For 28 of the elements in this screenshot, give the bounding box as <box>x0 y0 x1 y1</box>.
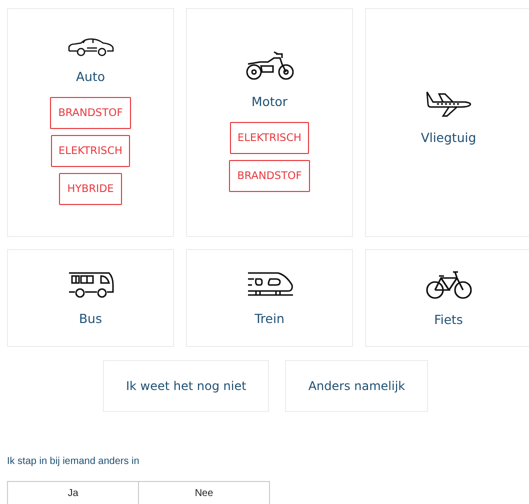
vehicle-card[interactable]: Trein <box>186 249 353 347</box>
vehicle-label: Auto <box>76 69 106 84</box>
vehicle-card[interactable]: Fiets <box>365 249 529 347</box>
motorcycle-icon <box>246 50 294 82</box>
fuel-option-button[interactable]: BRANDSTOF <box>229 160 310 192</box>
answer-button[interactable]: Ja <box>7 481 139 504</box>
airplane-icon <box>424 90 472 118</box>
vehicle-card[interactable]: Bus <box>7 249 174 347</box>
vehicle-card[interactable]: Motor ELEKTRISCH BRANDSTOF <box>186 8 353 237</box>
choice-button[interactable]: Ik weet het nog niet <box>103 360 270 412</box>
car-icon <box>66 37 114 57</box>
train-icon <box>246 270 294 298</box>
bus-icon <box>66 270 114 298</box>
vehicle-card[interactable]: Vliegtuig <box>365 8 529 237</box>
fuel-option-button[interactable]: ELEKTRISCH <box>50 135 130 167</box>
fuel-option-button[interactable]: ELEKTRISCH <box>230 122 310 154</box>
vehicle-label: Motor <box>251 94 288 109</box>
answer-button[interactable]: Nee <box>138 481 270 504</box>
question-text: Ik stap in bij iemand anders in <box>7 456 140 467</box>
choice-button[interactable]: Anders namelijk <box>285 360 428 412</box>
vehicle-label: Trein <box>254 310 284 326</box>
vehicle-label: Bus <box>78 310 102 326</box>
vehicle-label: Vliegtuig <box>420 130 476 145</box>
vehicle-card[interactable]: Auto BRANDSTOF ELEKTRISCH HYBRIDE <box>7 8 174 237</box>
fuel-option-button[interactable]: BRANDSTOF <box>50 97 131 129</box>
vehicle-label: Fiets <box>434 312 463 326</box>
fuel-option-button[interactable]: HYBRIDE <box>59 173 122 205</box>
bicycle-icon <box>424 270 472 300</box>
